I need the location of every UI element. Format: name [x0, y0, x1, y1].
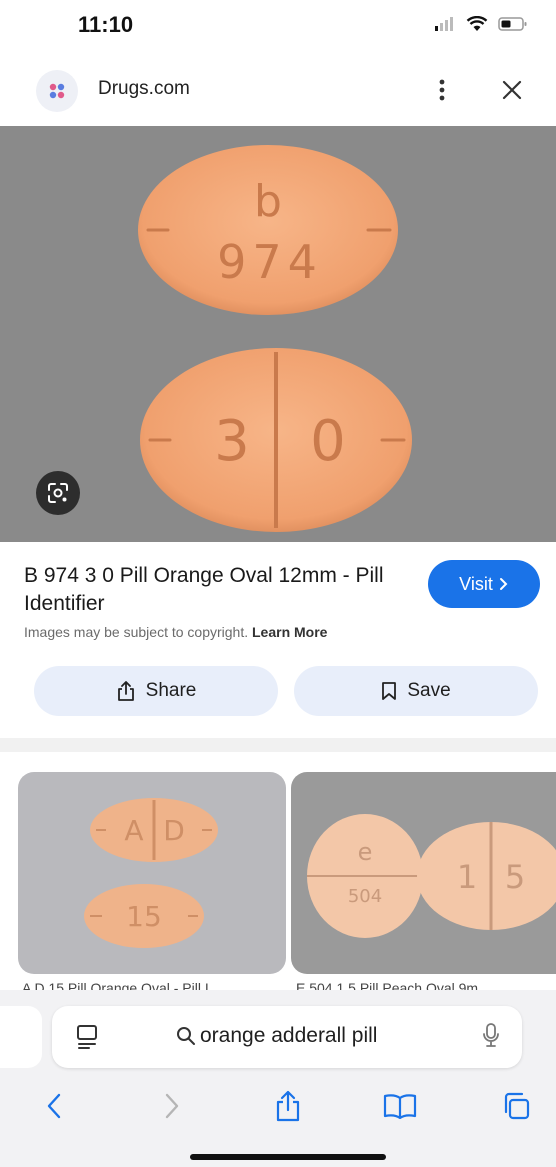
share-icon — [117, 681, 134, 701]
bookmark-icon — [382, 682, 397, 700]
pill-top-line1: b — [254, 176, 282, 227]
share-label: Share — [145, 680, 197, 701]
forward-icon[interactable] — [152, 1086, 192, 1126]
previous-tab-edge[interactable] — [0, 1006, 42, 1068]
battery-icon — [498, 17, 527, 31]
back-icon[interactable] — [34, 1086, 74, 1126]
share-button[interactable]: Share — [34, 666, 278, 716]
pill-top-line2: 974 — [217, 235, 323, 289]
close-icon[interactable] — [496, 74, 528, 106]
tabs-icon[interactable] — [496, 1086, 536, 1126]
address-field[interactable]: orange adderall pill — [176, 1024, 377, 1048]
related-image-2[interactable]: e 504 1 5 — [291, 772, 556, 974]
main-result-image[interactable]: b 974 3 0 — [0, 126, 556, 542]
page-menu-icon[interactable] — [76, 1024, 98, 1055]
pill-top — [138, 145, 398, 315]
drugs-favicon-icon — [36, 70, 78, 112]
address-bar[interactable]: orange adderall pill — [52, 1006, 522, 1068]
visit-button-label: Visit — [459, 573, 493, 594]
related-1-pill-a: A — [124, 814, 143, 847]
visit-button[interactable]: Visit — [428, 560, 540, 608]
home-indicator — [190, 1154, 386, 1160]
related-2-pill-a: e — [358, 838, 373, 866]
section-divider — [0, 738, 556, 752]
status-icons — [434, 16, 528, 32]
share-page-icon[interactable] — [268, 1086, 308, 1126]
bookmarks-icon[interactable] — [380, 1086, 420, 1126]
learn-more-link[interactable]: Learn More — [252, 624, 327, 640]
google-lens-icon[interactable] — [36, 471, 80, 515]
search-icon — [177, 1027, 195, 1045]
address-query: orange adderall pill — [200, 1024, 378, 1047]
status-time: 11:10 — [78, 12, 134, 37]
pill-photo: b 974 3 0 — [138, 145, 412, 532]
result-header: Drugs.com — [0, 56, 556, 126]
site-name[interactable]: Drugs.com — [98, 78, 190, 100]
chevron-right-icon — [499, 578, 508, 590]
status-bar: 11:10 — [0, 0, 556, 52]
microphone-icon[interactable] — [482, 1022, 500, 1053]
cellular-signal-icon — [435, 17, 453, 31]
pill-bottom-right: 0 — [310, 409, 346, 474]
copyright-text: Images may be subject to copyright. — [24, 624, 249, 640]
related-1-pill-b: D — [163, 814, 185, 847]
copyright-notice: Images may be subject to copyright. Lear… — [24, 624, 327, 640]
browser-toolbar — [0, 1086, 556, 1136]
wifi-icon — [466, 16, 488, 31]
related-2-pill-c2: 5 — [505, 858, 525, 896]
related-2-pill-c1: 1 — [457, 858, 477, 896]
save-label: Save — [407, 680, 451, 701]
related-2-pill-b: 504 — [348, 886, 382, 907]
more-vertical-icon[interactable] — [430, 74, 454, 106]
save-button[interactable]: Save — [294, 666, 538, 716]
related-image-1[interactable]: A D 15 — [18, 772, 286, 974]
related-1-pill-c: 15 — [126, 900, 162, 933]
result-title[interactable]: B 974 3 0 Pill Orange Oval 12mm - Pill I… — [24, 562, 404, 618]
pill-bottom-left: 3 — [214, 409, 250, 474]
